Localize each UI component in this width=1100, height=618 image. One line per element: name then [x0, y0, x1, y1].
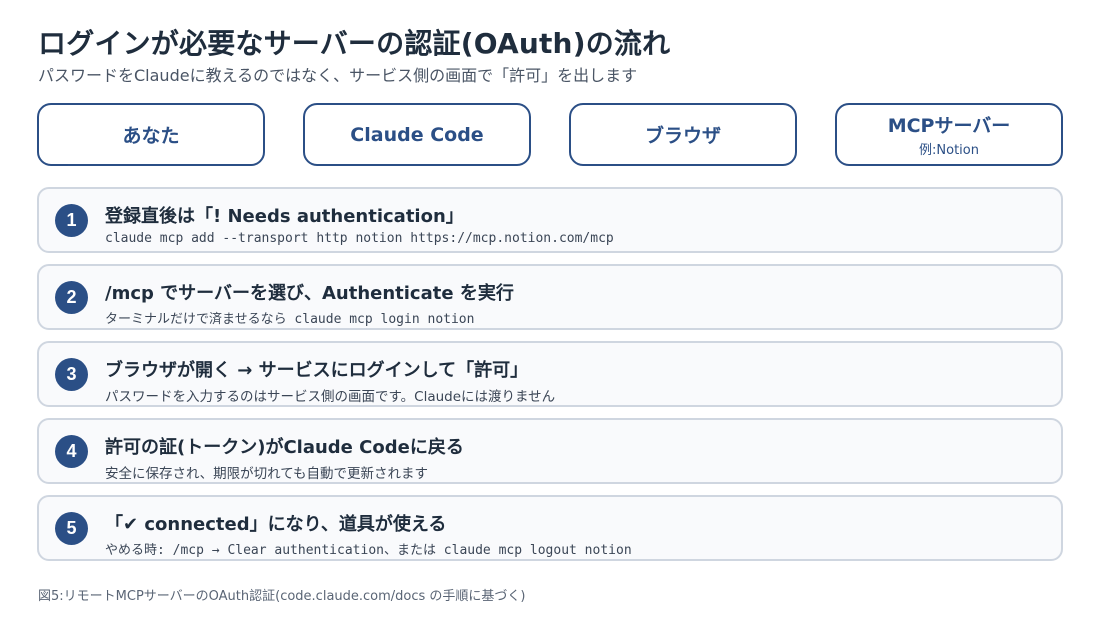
diagram-subtitle: パスワードをClaudeに教えるのではなく、サービス側の画面で「許可」を出します	[38, 66, 638, 85]
step-number-badge: 4	[55, 435, 88, 468]
step-number-badge: 3	[55, 358, 88, 391]
step-title: 登録直後は「! Needs authentication」	[105, 206, 464, 227]
step-title: 許可の証(トークン)がClaude Codeに戻る	[105, 437, 464, 458]
step-number-badge: 2	[55, 281, 88, 314]
step-detail: 安全に保存され、期限が切れても自動で更新されます	[105, 466, 429, 482]
diagram-title: ログインが必要なサーバーの認証(OAuth)の流れ	[38, 27, 671, 60]
step-detail: パスワードを入力するのはサービス側の画面です。Claudeには渡りません	[105, 389, 556, 405]
step-title: ブラウザが開く → サービスにログインして「許可」	[105, 360, 529, 381]
step-detail: ターミナルだけで済ませるなら claude mcp login notion	[105, 312, 475, 327]
actor-you: あなた	[37, 103, 265, 166]
step-title: 「✔ connected」になり、道具が使える	[105, 514, 447, 535]
step-command: claude mcp add --transport http notion h…	[105, 231, 614, 246]
step-1: 1 登録直後は「! Needs authentication」 claude m…	[37, 187, 1063, 253]
step-3: 3 ブラウザが開く → サービスにログインして「許可」 パスワードを入力するのは…	[37, 341, 1063, 407]
actor-name: ブラウザ	[644, 125, 721, 147]
step-2: 2 /mcp でサーバーを選び、Authenticate を実行 ターミナルだけ…	[37, 264, 1063, 330]
actor-claude-code: Claude Code	[303, 103, 531, 166]
step-title: /mcp でサーバーを選び、Authenticate を実行	[105, 283, 514, 304]
figure-caption: 図5:リモートMCPサーバーのOAuth認証(code.claude.com/d…	[38, 589, 526, 604]
step-detail: やめる時: /mcp → Clear authentication、または cl…	[105, 543, 632, 558]
actor-name: あなた	[122, 125, 180, 147]
actor-browser: ブラウザ	[569, 103, 797, 166]
step-number-badge: 1	[55, 204, 88, 237]
actor-note: 例:Notion	[919, 143, 979, 158]
step-number-badge: 5	[55, 512, 88, 545]
step-4: 4 許可の証(トークン)がClaude Codeに戻る 安全に保存され、期限が切…	[37, 418, 1063, 484]
actor-name: Claude Code	[350, 123, 484, 146]
actor-row: あなた Claude Code ブラウザ MCPサーバー 例:Notion	[37, 103, 1063, 167]
actor-mcp-server: MCPサーバー 例:Notion	[835, 103, 1063, 166]
step-5: 5 「✔ connected」になり、道具が使える やめる時: /mcp → C…	[37, 495, 1063, 561]
actor-name: MCPサーバー	[887, 115, 1011, 137]
